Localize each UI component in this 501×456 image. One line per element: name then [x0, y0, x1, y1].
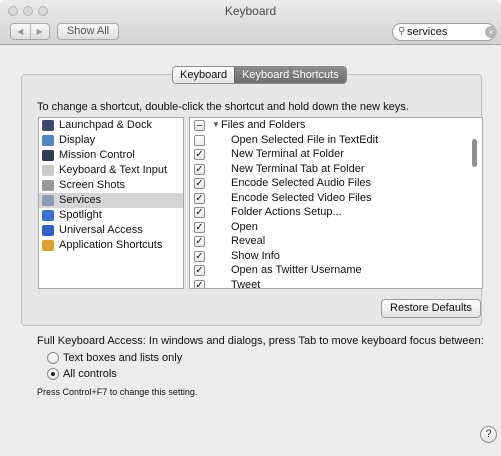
- shortcut-label: Encode Selected Audio Files: [231, 177, 372, 189]
- radio-label: Text boxes and lists only: [63, 352, 183, 364]
- shortcut-list: – ▼ Files and Folders Open Selected File…: [189, 117, 483, 289]
- radio-button[interactable]: [47, 368, 59, 380]
- shortcut-group-label: Files and Folders: [221, 119, 306, 131]
- shortcut-row[interactable]: ✓ Encode Selected Video Files: [190, 191, 482, 206]
- mission-control-icon: [42, 150, 54, 161]
- category-label: Keyboard & Text Input: [59, 164, 168, 176]
- shortcut-checkbox[interactable]: ✓: [194, 149, 205, 160]
- search-field[interactable]: ⚲ ×: [392, 23, 497, 41]
- shortcut-checkbox[interactable]: ✓: [194, 221, 205, 233]
- spotlight-icon: [42, 210, 54, 221]
- shortcut-checkbox[interactable]: ✓: [194, 236, 205, 247]
- shortcut-checkbox[interactable]: ✓: [194, 207, 205, 218]
- category-label: Universal Access: [59, 224, 143, 236]
- services-icon: [42, 195, 54, 206]
- shortcut-label: New Terminal at Folder: [231, 148, 344, 160]
- screenshot-icon: [42, 180, 54, 191]
- shortcut-label: Folder Actions Setup...: [231, 206, 342, 218]
- clear-search-icon[interactable]: ×: [485, 26, 497, 38]
- category-item[interactable]: Display: [39, 133, 183, 148]
- shortcut-label: Tweet: [231, 278, 261, 289]
- window-title: Keyboard: [224, 4, 277, 18]
- search-input[interactable]: [407, 25, 473, 39]
- shortcut-row[interactable]: ✓ Show Info: [190, 249, 482, 264]
- tab-keyboard[interactable]: Keyboard: [173, 67, 235, 83]
- category-item[interactable]: Screen Shots: [39, 178, 183, 193]
- tab-keyboard-shortcuts[interactable]: Keyboard Shortcuts: [234, 67, 346, 83]
- category-label: Spotlight: [59, 209, 102, 221]
- shortcut-label: Show Info: [231, 249, 280, 262]
- shortcut-label: Encode Selected Video Files: [231, 191, 372, 204]
- keyboard-icon: [42, 165, 54, 176]
- category-item[interactable]: Mission Control: [39, 148, 183, 163]
- shortcut-row[interactable]: ✓ New Terminal Tab at Folder: [190, 162, 482, 177]
- radio-button[interactable]: [47, 352, 59, 364]
- shortcut-checkbox[interactable]: ✓: [194, 178, 205, 189]
- shortcut-label: New Terminal Tab at Folder: [231, 162, 365, 175]
- category-label: Screen Shots: [59, 179, 126, 191]
- disclosure-triangle-icon[interactable]: ▼: [212, 118, 220, 133]
- shortcut-row[interactable]: ✓ Reveal: [190, 234, 482, 249]
- full-keyboard-access-label: Full Keyboard Access: In windows and dia…: [37, 335, 484, 347]
- shortcut-row[interactable]: ✓ Folder Actions Setup...: [190, 205, 482, 220]
- shortcut-row[interactable]: ✓ Encode Selected Audio Files: [190, 176, 482, 191]
- shortcut-label: Open as Twitter Username: [231, 264, 362, 276]
- shortcut-checkbox[interactable]: ✓: [194, 163, 205, 175]
- shortcut-label: Open: [231, 220, 258, 233]
- category-label: Mission Control: [59, 149, 135, 161]
- tab-bar: Keyboard Keyboard Shortcuts: [172, 66, 347, 84]
- category-item[interactable]: Application Shortcuts: [39, 238, 183, 253]
- restore-defaults-button[interactable]: Restore Defaults: [381, 299, 481, 318]
- category-list: Launchpad & Dock Display Mission Control Ke…: [38, 117, 184, 289]
- keyboard-preferences-window: Keyboard ◀ ▶ Show All ⚲ × Keyboard Keybo…: [0, 0, 501, 456]
- shortcut-row[interactable]: ✓ Tweet: [190, 278, 482, 289]
- shortcut-label: Open Selected File in TextEdit: [231, 133, 379, 146]
- shortcut-checkbox[interactable]: ✓: [194, 279, 205, 288]
- display-icon: [42, 135, 54, 146]
- shortcut-checkbox[interactable]: [194, 134, 205, 146]
- navigation-segment: ◀ ▶: [10, 23, 50, 40]
- group-checkbox[interactable]: –: [194, 120, 205, 131]
- shortcut-row[interactable]: ✓ Open: [190, 220, 482, 235]
- category-item[interactable]: Services: [39, 193, 183, 208]
- search-icon: ⚲: [398, 26, 406, 37]
- back-arrow-icon[interactable]: ◀: [11, 24, 30, 39]
- show-all-button[interactable]: Show All: [57, 23, 119, 40]
- radio-label: All controls: [63, 368, 117, 380]
- category-label: Launchpad & Dock: [59, 119, 152, 131]
- shortcut-row[interactable]: Open Selected File in TextEdit: [190, 133, 482, 148]
- shortcut-label: Reveal: [231, 235, 266, 247]
- keyboard-access-hint: Press Control+F7 to change this setting.: [37, 387, 198, 397]
- launchpad-icon: [42, 120, 54, 131]
- shortcut-checkbox[interactable]: ✓: [194, 250, 205, 262]
- category-label: Services: [59, 194, 102, 206]
- title-bar: Keyboard ◀ ▶ Show All ⚲ ×: [0, 0, 501, 45]
- shortcut-group-row[interactable]: – ▼ Files and Folders: [190, 118, 482, 133]
- scrollbar-thumb[interactable]: [472, 139, 477, 167]
- shortcut-checkbox[interactable]: ✓: [194, 265, 205, 276]
- universal-access-icon: [42, 225, 54, 236]
- shortcut-row[interactable]: ✓ New Terminal at Folder: [190, 147, 482, 162]
- shortcut-checkbox[interactable]: ✓: [194, 192, 205, 204]
- category-label: Display: [59, 134, 96, 146]
- category-item[interactable]: Universal Access: [39, 223, 183, 238]
- category-item[interactable]: Keyboard & Text Input: [39, 163, 183, 178]
- help-button[interactable]: ?: [480, 426, 497, 443]
- category-item[interactable]: Launchpad & Dock: [39, 118, 183, 133]
- app-shortcuts-icon: [42, 240, 54, 251]
- forward-arrow-icon[interactable]: ▶: [29, 24, 50, 39]
- instructions-text: To change a shortcut, double-click the s…: [37, 101, 409, 113]
- category-item[interactable]: Spotlight: [39, 208, 183, 223]
- category-label: Application Shortcuts: [59, 239, 163, 251]
- shortcut-row[interactable]: ✓ Open as Twitter Username: [190, 263, 482, 278]
